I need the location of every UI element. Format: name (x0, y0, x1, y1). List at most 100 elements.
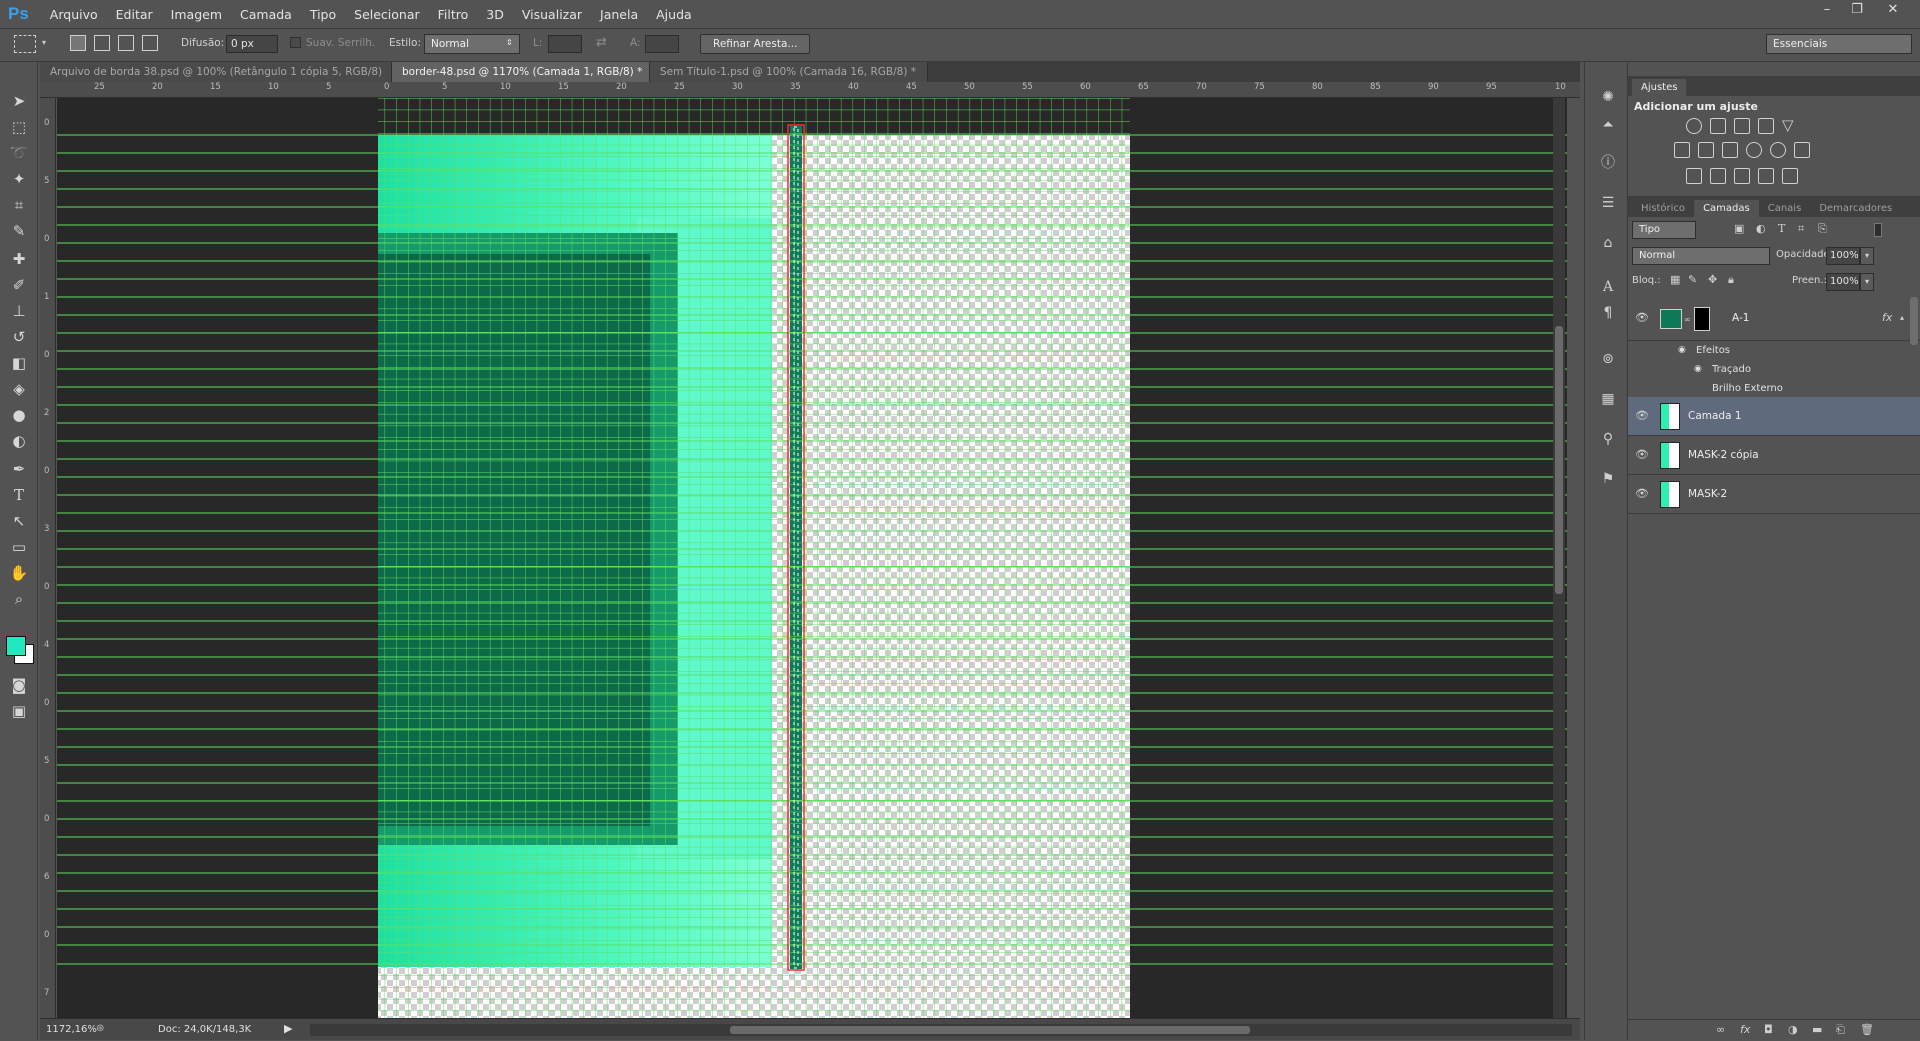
gradient-map-icon[interactable] (1782, 168, 1798, 184)
styles-icon[interactable]: ⌂ (1597, 232, 1619, 254)
filter-shape-icon[interactable]: ⌗ (1798, 222, 1804, 236)
horizontal-scroll-thumb[interactable] (730, 1026, 1250, 1034)
new-layer-icon[interactable]: ⎗ (1836, 1023, 1845, 1037)
effect-stroke[interactable]: Traçado (1712, 364, 1751, 375)
vibrance-icon[interactable]: ▽ (1782, 118, 1798, 134)
add-selection-icon[interactable] (94, 35, 110, 51)
effect-outer-glow[interactable]: Brilho Externo (1712, 383, 1783, 394)
layer-row-mask-2-copia[interactable]: 👁︎ MASK-2 cópia (1628, 436, 1920, 475)
swap-icon[interactable]: ⇄ (596, 35, 607, 50)
menu-janela[interactable]: Janela (591, 7, 647, 22)
blur-tool-icon[interactable]: ● (7, 404, 31, 426)
menu-tipo[interactable]: Tipo (301, 7, 345, 22)
filter-type-icon[interactable]: T (1778, 222, 1785, 235)
menu-3d[interactable]: 3D (477, 7, 513, 22)
photo-filter-icon[interactable] (1746, 142, 1762, 158)
menu-selecionar[interactable]: Selecionar (345, 7, 429, 22)
effects-eye-icon[interactable]: ◉ (1678, 345, 1686, 355)
blend-mode-select[interactable]: Normal (1632, 247, 1770, 265)
paint-bucket-icon[interactable]: ◈ (7, 378, 31, 400)
foreground-color-swatch[interactable] (6, 636, 26, 656)
restore-button[interactable]: ❐ (1844, 2, 1870, 17)
swatches-icon[interactable]: ▦ (1597, 388, 1619, 410)
minimize-button[interactable]: – (1814, 2, 1840, 17)
path-selection-icon[interactable]: ↖ (7, 510, 31, 532)
properties-icon[interactable]: ☰ (1597, 192, 1619, 214)
menu-camada[interactable]: Camada (231, 7, 301, 22)
tab-historico[interactable]: Histórico (1632, 200, 1694, 217)
menu-arquivo[interactable]: Arquivo (41, 7, 107, 22)
visibility-eye-icon[interactable]: 👁︎ (1634, 409, 1650, 423)
intersect-selection-icon[interactable] (142, 35, 158, 51)
exposure-icon[interactable] (1758, 118, 1774, 134)
dodge-tool-icon[interactable]: ◐ (7, 430, 31, 452)
move-tool-icon[interactable]: ➤ (7, 90, 31, 112)
levels-icon[interactable] (1710, 118, 1726, 134)
horizontal-scrollbar[interactable] (310, 1024, 1572, 1036)
posterize-icon[interactable] (1710, 168, 1726, 184)
histogram-icon[interactable]: ⏶ (1597, 114, 1619, 136)
black-white-icon[interactable] (1722, 142, 1738, 158)
opacity-dropdown-icon[interactable]: ▾ (1860, 247, 1874, 265)
crop-tool-icon[interactable]: ⌗ (7, 194, 31, 216)
filter-adjustment-icon[interactable]: ◐ (1756, 222, 1766, 235)
tab-demarcadores[interactable]: Demarcadores (1810, 200, 1901, 217)
threshold-icon[interactable] (1734, 168, 1750, 184)
rectangle-tool-icon[interactable]: ▭ (7, 536, 31, 558)
filter-pixel-icon[interactable]: ▣ (1734, 222, 1744, 235)
tab-border-48[interactable]: border-48.psd @ 1170% (Camada 1, RGB/8) … (392, 62, 650, 82)
screen-mode-icon[interactable]: ▣ (7, 700, 31, 722)
tab-arquivo-de-borda[interactable]: Arquivo de borda 38.psd @ 100% (Retângul… (40, 62, 392, 82)
character-icon[interactable]: A (1597, 276, 1619, 298)
visibility-eye-icon[interactable]: 👁︎ (1634, 448, 1650, 462)
eraser-tool-icon[interactable]: ◧ (7, 352, 31, 374)
type-tool-icon[interactable]: T (7, 484, 31, 506)
zoom-tool-icon[interactable]: ⌕ (7, 588, 31, 610)
layer-row-camada-1[interactable]: 👁︎ Camada 1 (1628, 397, 1920, 436)
layer-filter-select[interactable]: Tipo (1632, 221, 1696, 239)
document-canvas[interactable] (57, 98, 1567, 1018)
play-arrow-icon[interactable]: ▶ (284, 1022, 292, 1035)
layer-row-a1[interactable]: 👁︎ ∞ A-1 fx ▴ (1628, 297, 1920, 341)
stroke-effect-eye-icon[interactable]: ◉ (1694, 364, 1702, 374)
paragraph-icon[interactable]: ¶ (1597, 302, 1619, 324)
width-input[interactable] (548, 35, 582, 53)
clone-source-icon[interactable]: ⚑ (1597, 468, 1619, 490)
marquee-tool-preset-icon[interactable] (14, 35, 36, 53)
filter-toggle[interactable] (1874, 223, 1882, 237)
delete-layer-icon[interactable]: 🗑︎ (1860, 1023, 1874, 1036)
navigator-icon[interactable]: ✺ (1597, 86, 1619, 108)
layer-list-scroll-thumb[interactable] (1910, 297, 1918, 345)
info-icon[interactable]: ⓘ (1597, 152, 1619, 174)
collapse-effects-icon[interactable]: ▴ (1900, 313, 1904, 322)
lock-all-icon[interactable]: 🔒︎ (1728, 273, 1734, 287)
color-lookup-icon[interactable] (1794, 142, 1810, 158)
fx-icon[interactable]: fx (1882, 311, 1892, 324)
vertical-scrollbar[interactable] (1553, 98, 1565, 1018)
add-style-icon[interactable]: fx (1740, 1023, 1750, 1036)
3d-icon[interactable]: ⊚ (1597, 348, 1619, 370)
tab-camadas[interactable]: Camadas (1694, 200, 1759, 217)
subtract-selection-icon[interactable] (118, 35, 134, 51)
lock-transparency-icon[interactable]: ▦ (1670, 273, 1680, 286)
new-adjustment-icon[interactable]: ◑ (1788, 1023, 1798, 1036)
hue-saturation-icon[interactable] (1674, 142, 1690, 158)
invert-icon[interactable] (1686, 168, 1702, 184)
eyedropper-icon[interactable]: ✎ (7, 220, 31, 242)
quick-mask-icon[interactable]: ◙ (7, 674, 31, 696)
menu-imagem[interactable]: Imagem (162, 7, 231, 22)
refine-edge-button[interactable]: Refinar Aresta... (700, 34, 811, 54)
filter-smart-object-icon[interactable]: ⎘ (1818, 222, 1827, 236)
chevron-down-icon[interactable]: ▾ (42, 38, 46, 47)
lock-position-icon[interactable]: ✥ (1708, 273, 1717, 286)
layer-row-mask-2[interactable]: 👁︎ MASK-2 (1628, 475, 1920, 514)
opacity-input[interactable]: 100% (1826, 247, 1860, 265)
pen-tool-icon[interactable]: ✒ (7, 458, 31, 480)
lasso-tool-icon[interactable]: ➰ (7, 142, 31, 164)
tab-canais[interactable]: Canais (1759, 200, 1811, 217)
close-button[interactable]: ✕ (1880, 2, 1906, 17)
add-mask-icon[interactable]: ◘ (1764, 1023, 1773, 1036)
brightness-icon[interactable] (1686, 118, 1702, 134)
selective-color-icon[interactable] (1758, 168, 1774, 184)
antialias-checkbox[interactable] (290, 37, 301, 48)
